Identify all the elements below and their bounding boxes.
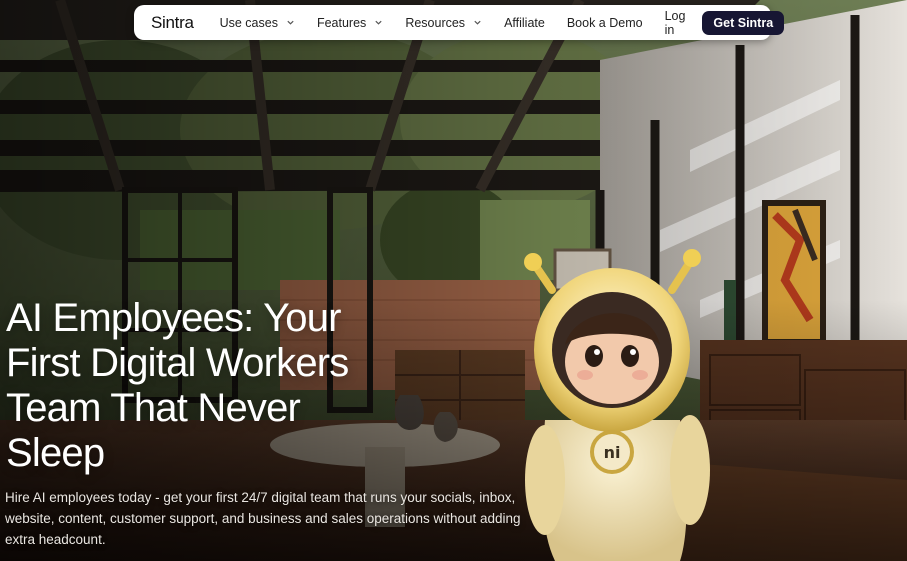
hero-title: AI Employees: Your First Digital Workers… bbox=[6, 296, 349, 475]
hero-subtitle: Hire AI employees today - get your first… bbox=[5, 490, 521, 547]
chevron-down-icon bbox=[375, 20, 382, 25]
nav-use-cases[interactable]: Use cases bbox=[220, 16, 295, 30]
chevron-down-icon bbox=[287, 20, 294, 25]
nav-affiliate-label: Affiliate bbox=[504, 15, 545, 30]
get-sintra-button[interactable]: Get Sintra bbox=[702, 10, 785, 35]
nav-resources[interactable]: Resources bbox=[405, 16, 482, 30]
nav-features[interactable]: Features bbox=[317, 16, 383, 30]
hero-background-image: ni bbox=[0, 0, 907, 561]
chevron-down-icon bbox=[474, 20, 481, 25]
nav-features-label: Features bbox=[316, 15, 367, 30]
top-navigation: Sintra Use cases Features Resources Affi… bbox=[134, 5, 785, 40]
nav-book-a-demo[interactable]: Book a Demo bbox=[567, 16, 643, 30]
nav-use-cases-label: Use cases bbox=[219, 15, 278, 30]
login-link[interactable]: Log in bbox=[665, 9, 686, 37]
nav-affiliate[interactable]: Affiliate bbox=[504, 16, 545, 30]
nav-resources-label: Resources bbox=[405, 15, 466, 30]
nav-book-a-demo-label: Book a Demo bbox=[566, 15, 643, 30]
sintra-logo[interactable]: Sintra bbox=[151, 13, 194, 33]
mascot-badge-label: ni bbox=[604, 443, 621, 462]
